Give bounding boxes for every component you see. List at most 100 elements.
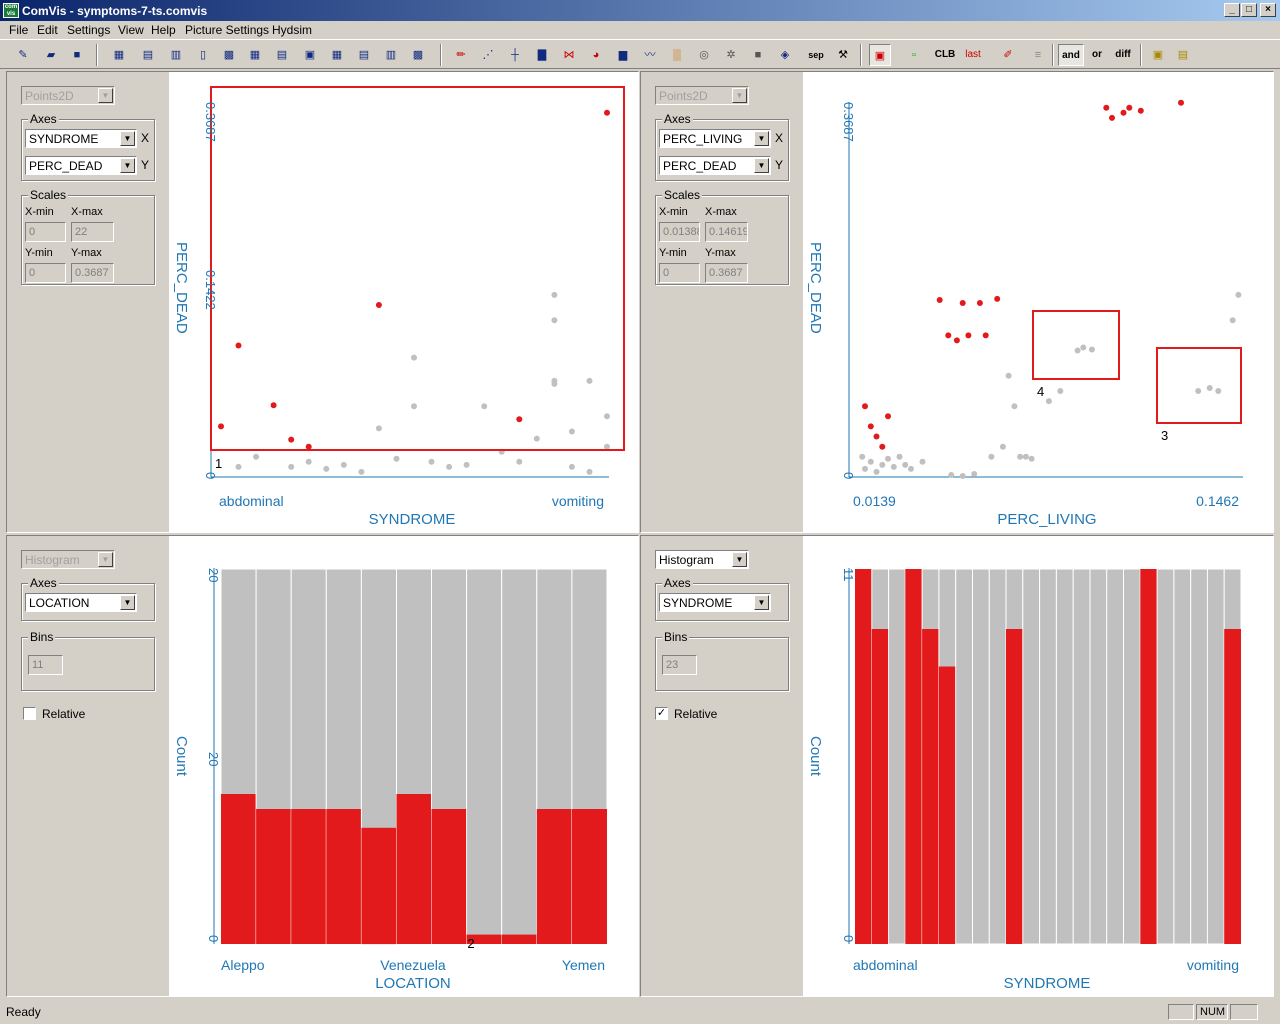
layout-table-icon[interactable]: ▥ (165, 44, 187, 66)
histogram-bar-selected[interactable] (221, 794, 257, 944)
histogram-svg[interactable]: 11 0 Count abdominal vomiting SYNDROME (803, 536, 1273, 996)
y-axis-select[interactable]: PERC_DEAD ▼ (659, 156, 771, 175)
histogram-bar-selected[interactable] (256, 809, 292, 944)
image-view-icon[interactable]: ■ (747, 44, 769, 66)
view-type-select[interactable]: Histogram ▼ (21, 550, 115, 569)
histogram-bar[interactable] (1206, 568, 1225, 945)
brush-icon[interactable]: ✏ (450, 44, 472, 66)
relative-checkbox[interactable]: ✓ (655, 707, 668, 720)
layout-tiles-icon[interactable]: ▣ (299, 44, 321, 66)
x-axis-select[interactable]: PERC_LIVING ▼ (659, 129, 771, 148)
histogram-bar-selected[interactable] (1224, 629, 1241, 944)
histogram-bar[interactable] (1123, 568, 1141, 945)
pie-chart-icon[interactable]: ◕ (585, 44, 607, 66)
spiral-icon[interactable]: ◎ (693, 44, 715, 66)
histogram-bar[interactable] (466, 568, 503, 945)
data-view-icon[interactable]: ▩ (407, 44, 429, 66)
view-type-select[interactable]: Points2D ▼ (655, 86, 749, 105)
scatter-plot-living-dead[interactable]: 4 3 0.3687 0 PERC_DEAD 0.0139 0.1462 PER… (803, 72, 1273, 532)
histogram-bar[interactable] (1173, 568, 1192, 945)
relative-checkbox[interactable] (23, 707, 36, 720)
histogram-bar[interactable] (1106, 568, 1125, 945)
diff-button[interactable]: diff (1112, 44, 1134, 66)
layout-stack-icon[interactable]: ▤ (353, 44, 375, 66)
view-type-select[interactable]: Points2D ▼ (21, 86, 115, 105)
histogram-bar-selected[interactable] (571, 809, 607, 944)
histogram-bar[interactable] (501, 568, 538, 945)
scatter-plot-icon[interactable]: ⋰ (477, 44, 499, 66)
brush-rectangle-1[interactable] (210, 86, 625, 451)
histogram-bar-selected[interactable] (905, 569, 923, 944)
histogram-bar-selected[interactable] (361, 827, 397, 945)
menu-hydsim[interactable]: Hydsim (272, 23, 312, 37)
network-icon[interactable]: ✲ (720, 44, 742, 66)
histogram-bar[interactable] (888, 568, 906, 945)
histogram-bar[interactable] (1072, 568, 1091, 945)
screenshot-icon[interactable]: ▣ (1147, 44, 1169, 66)
histogram-bar[interactable] (1039, 568, 1057, 945)
layout-split-icon[interactable]: ▩ (218, 44, 240, 66)
layout-columns-icon[interactable]: ▯ (192, 44, 214, 66)
x-max-field[interactable]: 0.14619 (705, 222, 748, 242)
x-axis-select[interactable]: SYNDROME ▼ (25, 129, 137, 148)
histogram-bar-selected[interactable] (326, 809, 362, 944)
scatter-plot-syndrome-dead[interactable]: 1 0.3687 0.1422 0 PERC_DEAD abdominal vo… (169, 72, 638, 532)
clb-button[interactable]: CLB (934, 44, 956, 66)
sep-button[interactable]: sep (805, 44, 827, 66)
histogram-bar[interactable] (988, 568, 1007, 945)
layout-rows-icon[interactable]: ▤ (137, 44, 159, 66)
scatter-svg[interactable]: 4 3 0.3687 0 PERC_DEAD 0.0139 0.1462 PER… (803, 72, 1273, 532)
scatter-svg[interactable]: 1 0.3687 0.1422 0 PERC_DEAD abdominal vo… (169, 72, 638, 532)
histogram-bar-selected[interactable] (291, 809, 327, 944)
list-icon[interactable]: ≡ (1027, 44, 1049, 66)
histogram-svg[interactable]: 2 20 20 0 Count Aleppo Venezuela Yemen L… (169, 536, 638, 996)
x-min-field[interactable]: 0 (25, 222, 66, 242)
y-max-field[interactable]: 0.3687 (705, 263, 748, 283)
last-button[interactable]: last (962, 44, 984, 66)
layout-panels-icon[interactable]: ▥ (380, 44, 402, 66)
parallel-coords-icon[interactable]: ⋈ (558, 44, 580, 66)
x-min-field[interactable]: 0.01388 (659, 222, 700, 242)
histogram-bar-selected[interactable] (871, 629, 889, 944)
heatmap-icon[interactable]: ▒ (666, 44, 688, 66)
histogram-bar-selected[interactable] (431, 809, 467, 944)
pencil-icon[interactable]: ✐ (997, 44, 1019, 66)
histogram-location[interactable]: 2 20 20 0 Count Aleppo Venezuela Yemen L… (169, 536, 638, 996)
x-max-field[interactable]: 22 (71, 222, 114, 242)
close-button[interactable]: × (1260, 3, 1276, 17)
histogram-bar[interactable] (1055, 568, 1074, 945)
histogram-bar-selected[interactable] (501, 934, 537, 944)
histogram-bar[interactable] (1089, 568, 1108, 945)
bins-field[interactable]: 23 (662, 655, 697, 675)
3d-view-icon[interactable]: ◈ (774, 44, 796, 66)
save-icon[interactable]: ■ (66, 44, 88, 66)
line-chart-icon[interactable]: 〰 (639, 44, 661, 66)
hammer-icon[interactable]: ⚒ (832, 44, 854, 66)
open-folder-icon[interactable]: ▰ (40, 44, 62, 66)
menu-help[interactable]: Help (151, 23, 176, 37)
histogram-bar-selected[interactable] (1006, 629, 1023, 944)
y-min-field[interactable]: 0 (25, 263, 66, 283)
histogram-bar-selected[interactable] (396, 794, 432, 944)
axes-icon[interactable]: ┼ (504, 44, 526, 66)
or-button[interactable]: or (1086, 44, 1108, 66)
menu-settings[interactable]: Settings (67, 23, 110, 37)
bar-chart-icon[interactable]: ▆ (612, 44, 634, 66)
histogram-bar-selected[interactable] (536, 809, 572, 944)
brush-rectangle-4[interactable] (1032, 310, 1120, 380)
layout-grid-icon[interactable]: ▦ (108, 44, 130, 66)
layout-quad-icon[interactable]: ▦ (244, 44, 266, 66)
x-axis-select[interactable]: SYNDROME ▼ (659, 593, 771, 612)
color-brush-icon[interactable]: ▫ (903, 44, 925, 66)
histogram-bar-selected[interactable] (938, 666, 956, 945)
bins-field[interactable]: 11 (28, 655, 63, 675)
export-icon[interactable]: ▤ (1172, 44, 1194, 66)
maximize-button[interactable]: □ (1241, 3, 1257, 17)
menu-edit[interactable]: Edit (37, 23, 58, 37)
view-type-select[interactable]: Histogram ▼ (655, 550, 749, 569)
layout-list-icon[interactable]: ▤ (271, 44, 293, 66)
new-icon[interactable]: ✎ (12, 44, 34, 66)
histogram-syndrome[interactable]: 11 0 Count abdominal vomiting SYNDROME (803, 536, 1273, 996)
histogram-bar[interactable] (972, 568, 990, 945)
histogram-bar[interactable] (1022, 568, 1041, 945)
